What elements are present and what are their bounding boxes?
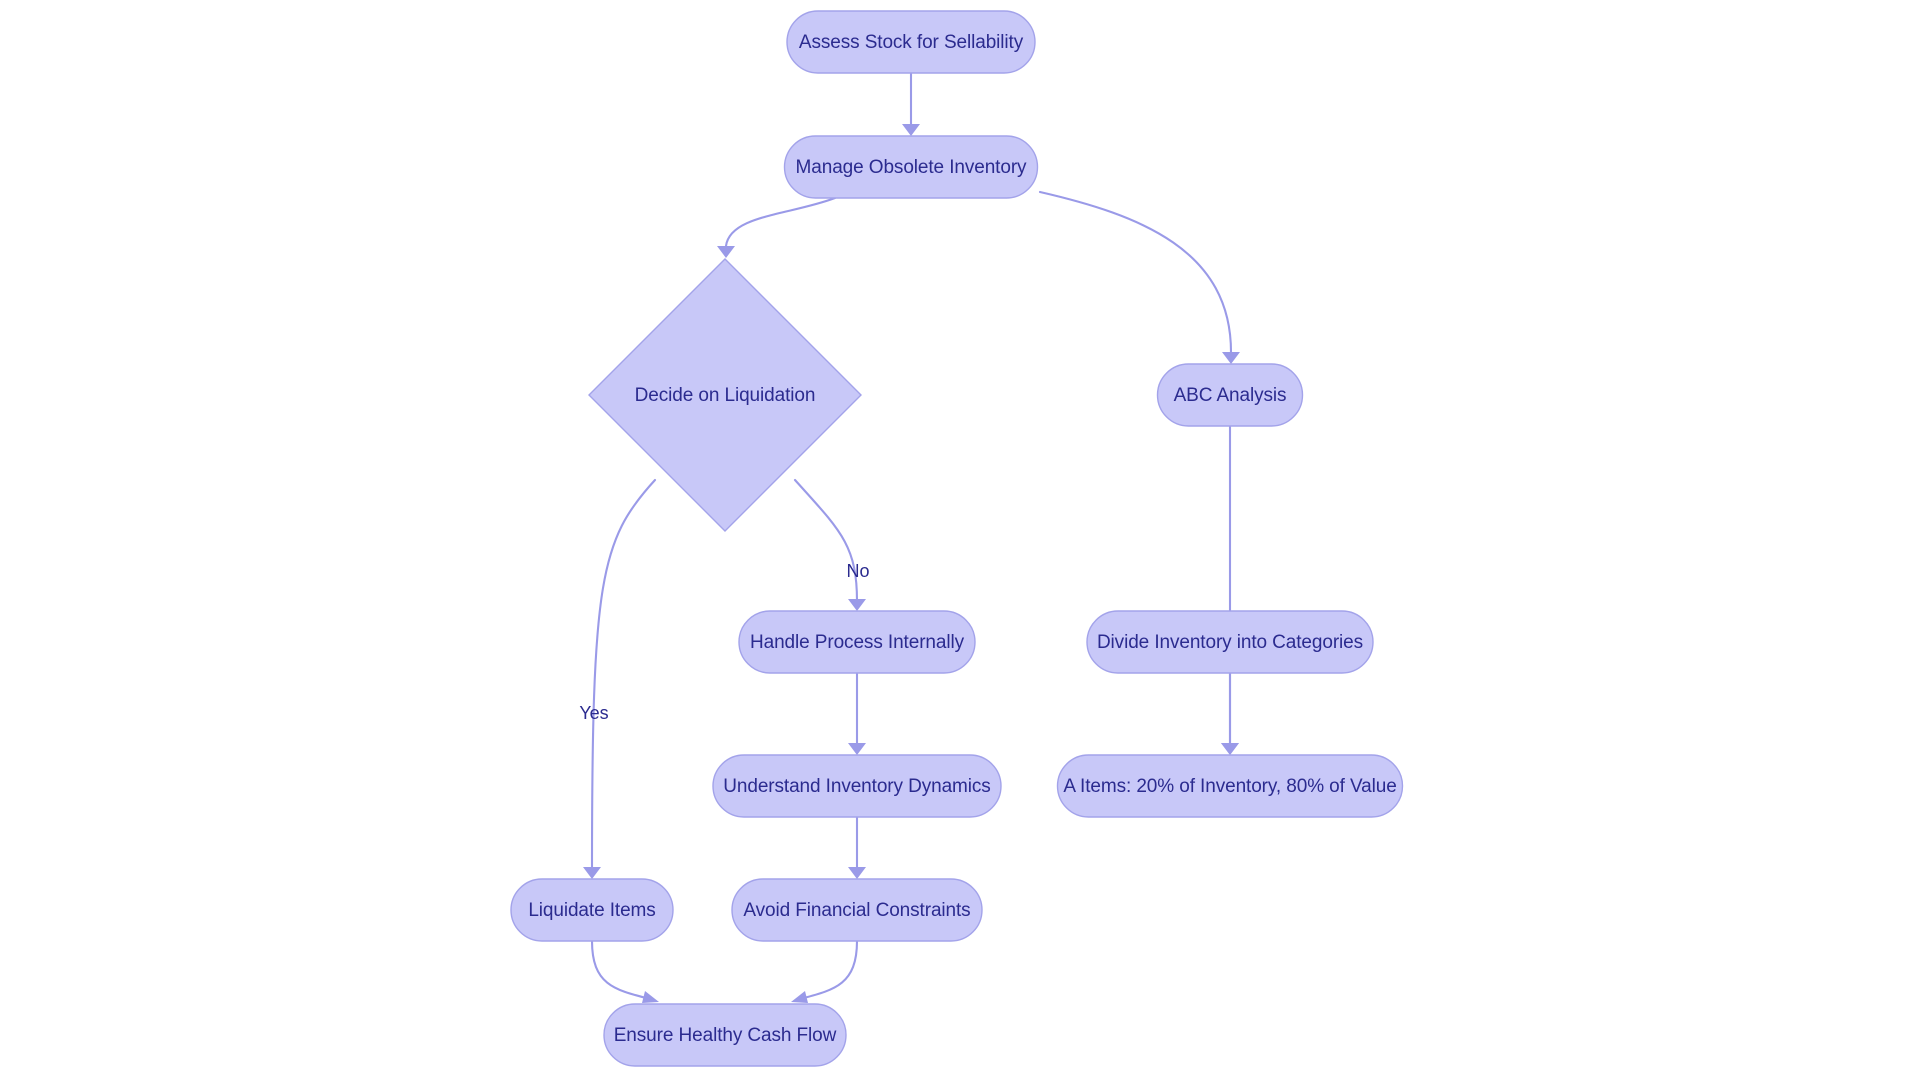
node-label: A Items: 20% of Inventory, 80% of Value [1063,776,1396,797]
node-manage[interactable]: Manage Obsolete Inventory [783,135,1039,199]
node-label: Manage Obsolete Inventory [796,157,1028,178]
edge-manage-to-abc [1038,190,1233,356]
edge-manage-to-decide [724,196,837,248]
node-liquidate[interactable]: Liquidate Items [510,878,674,942]
node-avoid[interactable]: Avoid Financial Constraints [731,878,983,942]
node-label: Avoid Financial Constraints [743,900,970,921]
node-label: Handle Process Internally [750,632,965,653]
arrowhead-icon [1222,352,1240,364]
edge-avoid-to-cash [798,939,859,1001]
arrowhead-icon [848,599,866,611]
arrowhead-icon [717,246,735,258]
node-decide[interactable]: Decide on Liquidation [588,258,862,532]
edge-liquidate-to-cash [590,939,652,1001]
node-label: Decide on Liquidation [635,385,816,406]
node-label: Assess Stock for Sellability [799,32,1024,53]
node-label: Divide Inventory into Categories [1097,632,1363,653]
edge-label-no: No [846,561,869,581]
flowchart-svg: Assess Stock for Sellability Manage Obsol… [510,10,1404,1067]
edge-decide-to-handle [793,478,859,603]
arrowhead-icon [848,867,866,879]
node-label: Liquidate Items [528,900,655,921]
arrowhead-icon [791,991,808,1003]
edge-decide-to-liquidate [590,478,657,872]
node-handle[interactable]: Handle Process Internally [738,610,976,674]
flowchart-canvas: Assess Stock for Sellability Manage Obsol… [0,0,1920,1080]
nodes-layer: Assess Stock for Sellability Manage Obsol… [510,10,1404,1067]
node-abc[interactable]: ABC Analysis [1156,363,1304,427]
arrowhead-icon [583,867,601,879]
arrowhead-icon [642,991,659,1003]
node-label: ABC Analysis [1174,385,1287,406]
node-label: Understand Inventory Dynamics [723,776,990,797]
node-aitems[interactable]: A Items: 20% of Inventory, 80% of Value [1056,754,1404,818]
arrowhead-icon [1221,743,1239,755]
node-understand[interactable]: Understand Inventory Dynamics [712,754,1002,818]
node-label: Ensure Healthy Cash Flow [614,1025,837,1046]
arrowhead-icon [902,124,920,136]
edges-layer [583,71,1240,1003]
node-cash[interactable]: Ensure Healthy Cash Flow [603,1003,847,1067]
edge-label-yes: Yes [579,703,608,723]
node-divide[interactable]: Divide Inventory into Categories [1086,610,1374,674]
node-assess[interactable]: Assess Stock for Sellability [786,10,1036,74]
arrowhead-icon [848,743,866,755]
